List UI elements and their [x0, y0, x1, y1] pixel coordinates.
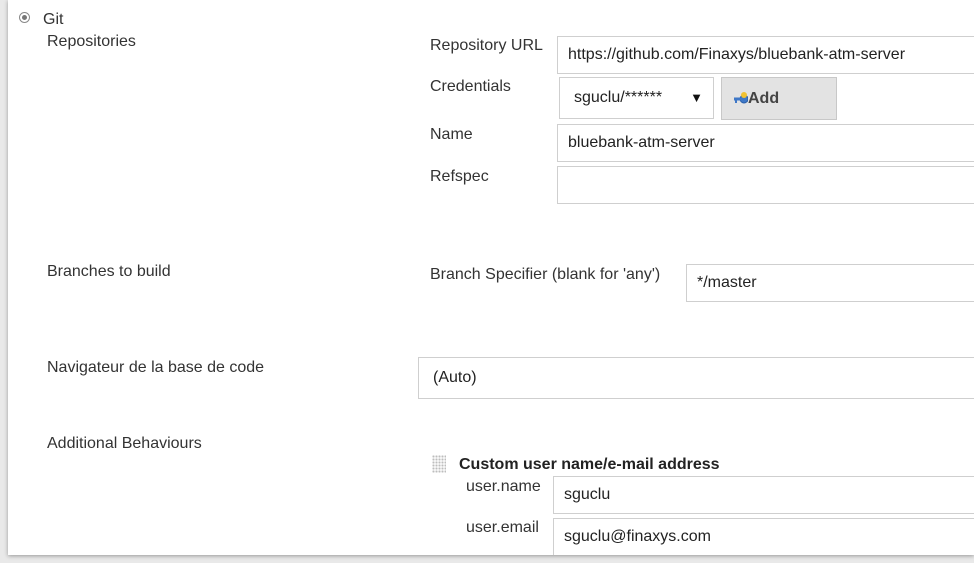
- repository-url-label: Repository URL: [430, 37, 543, 54]
- git-radio-button[interactable]: [19, 12, 30, 23]
- browser-select[interactable]: (Auto): [418, 357, 974, 399]
- username-field[interactable]: sguclu: [553, 476, 974, 514]
- repository-url-field[interactable]: https://github.com/Finaxys/bluebank-atm-…: [557, 36, 974, 74]
- repository-name-field[interactable]: bluebank-atm-server: [557, 124, 974, 162]
- credentials-selected-value: sguclu/******: [574, 89, 663, 106]
- git-option-label: Git: [43, 11, 64, 28]
- refspec-field[interactable]: [557, 166, 974, 204]
- username-label: user.name: [466, 478, 541, 495]
- email-field[interactable]: sguclu@finaxys.com: [553, 518, 974, 555]
- name-label: Name: [430, 126, 473, 143]
- branch-specifier-label: Branch Specifier (blank for 'any'): [430, 266, 661, 283]
- custom-user-title: Custom user name/e-mail address: [459, 456, 720, 473]
- branch-specifier-field[interactable]: */master: [686, 264, 974, 302]
- branches-section-label: Branches to build: [47, 263, 171, 280]
- key-icon: [734, 92, 748, 104]
- git-scm-panel: Git Repositories Repository URL https://…: [8, 0, 974, 555]
- add-credentials-button[interactable]: Add: [721, 77, 837, 120]
- credentials-select[interactable]: sguclu/****** ▼: [559, 77, 714, 119]
- drag-handle-icon[interactable]: [432, 455, 446, 473]
- credentials-label: Credentials: [430, 78, 511, 95]
- behaviours-section-label: Additional Behaviours: [47, 435, 202, 452]
- email-label: user.email: [466, 519, 539, 536]
- chevron-down-icon: ▼: [690, 90, 703, 105]
- add-button-label: Add: [748, 90, 780, 107]
- repositories-section-label: Repositories: [47, 33, 136, 50]
- browser-section-label: Navigateur de la base de code: [47, 359, 265, 376]
- refspec-label: Refspec: [430, 168, 489, 185]
